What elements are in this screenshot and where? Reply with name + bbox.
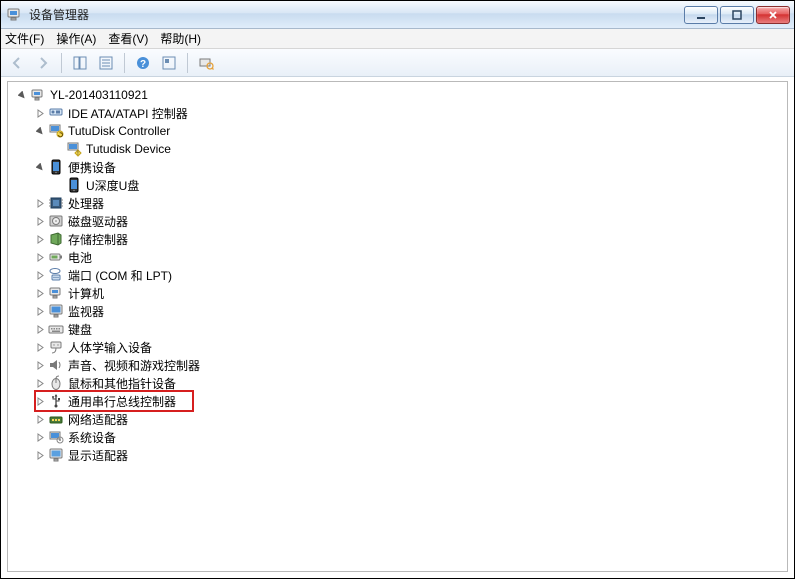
menu-bar: 文件(F) 操作(A) 查看(V) 帮助(H): [1, 29, 794, 49]
tree-item-label: YL-201403110921: [50, 88, 148, 102]
expand-icon[interactable]: [34, 377, 46, 389]
tree-item-label: 声音、视频和游戏控制器: [68, 357, 200, 374]
tree-item-label: 系统设备: [68, 429, 116, 446]
tree-item-disk[interactable]: 磁盘驱动器: [12, 212, 787, 230]
expand-icon[interactable]: [34, 233, 46, 245]
tree-panel[interactable]: YL-201403110921 IDE ATA/ATAPI 控制器 TutuDisk…: [7, 81, 788, 572]
help-button[interactable]: ?: [131, 52, 155, 74]
svg-text:?: ?: [140, 59, 146, 70]
tree-item-storage[interactable]: 存储控制器: [12, 230, 787, 248]
tree-item-usb[interactable]: 通用串行总线控制器: [12, 392, 787, 410]
tree-item-ide[interactable]: IDE ATA/ATAPI 控制器: [12, 104, 787, 122]
tree-item-label: 便携设备: [68, 159, 116, 176]
expand-icon[interactable]: [34, 413, 46, 425]
window-title: 设备管理器: [29, 6, 684, 23]
tree-item-display[interactable]: 显示适配器: [12, 446, 787, 464]
menu-action[interactable]: 操作(A): [56, 30, 96, 47]
expand-icon[interactable]: [34, 449, 46, 461]
tree-item-udisk[interactable]: U深度U盘: [12, 176, 787, 194]
back-button[interactable]: [5, 52, 29, 74]
tree-item-monitor[interactable]: 监视器: [12, 302, 787, 320]
tree-item-label: TutuDisk Controller: [68, 124, 170, 138]
expand-icon[interactable]: [34, 251, 46, 263]
expand-icon[interactable]: [34, 323, 46, 335]
expand-icon[interactable]: [34, 395, 46, 407]
tree-item-label: 鼠标和其他指针设备: [68, 375, 176, 392]
expand-icon[interactable]: [34, 287, 46, 299]
collapse-icon[interactable]: [34, 161, 46, 173]
expand-icon[interactable]: [34, 359, 46, 371]
expand-icon[interactable]: [34, 341, 46, 353]
scan-hardware-button[interactable]: [194, 52, 218, 74]
tree-item-label: Tutudisk Device: [86, 142, 171, 156]
tree-item-label: 监视器: [68, 303, 104, 320]
expand-icon[interactable]: [34, 215, 46, 227]
tree-item-battery[interactable]: 电池: [12, 248, 787, 266]
tree-item-label: 键盘: [68, 321, 92, 338]
close-button[interactable]: [756, 6, 790, 24]
maximize-button[interactable]: [720, 6, 754, 24]
menu-help[interactable]: 帮助(H): [160, 30, 201, 47]
tree-item-hid[interactable]: 人体学输入设备: [12, 338, 787, 356]
collapse-icon[interactable]: [34, 125, 46, 137]
tree-item-label: 磁盘驱动器: [68, 213, 128, 230]
tree-item-label: 计算机: [68, 285, 104, 302]
tree-item-sound[interactable]: 声音、视频和游戏控制器: [12, 356, 787, 374]
tree-item-processor[interactable]: 处理器: [12, 194, 787, 212]
expand-icon[interactable]: [34, 197, 46, 209]
tree-item-portable[interactable]: 便携设备: [12, 158, 787, 176]
tree-item-label: 人体学输入设备: [68, 339, 152, 356]
tree-item-keyboard[interactable]: 键盘: [12, 320, 787, 338]
tree-item-network[interactable]: 网络适配器: [12, 410, 787, 428]
tree-item-label: IDE ATA/ATAPI 控制器: [68, 105, 188, 122]
expand-icon[interactable]: [34, 431, 46, 443]
forward-button[interactable]: [31, 52, 55, 74]
tree-item-label: 端口 (COM 和 LPT): [68, 267, 172, 284]
properties-button[interactable]: [94, 52, 118, 74]
scan-button[interactable]: [157, 52, 181, 74]
toolbar: ?: [1, 49, 794, 77]
tree-item-label: 处理器: [68, 195, 104, 212]
tree-item-ports[interactable]: 端口 (COM 和 LPT): [12, 266, 787, 284]
minimize-button[interactable]: [684, 6, 718, 24]
expand-icon[interactable]: [34, 269, 46, 281]
titlebar: 设备管理器: [1, 1, 794, 29]
menu-file[interactable]: 文件(F): [5, 30, 44, 47]
device-manager-icon: [7, 7, 23, 23]
tree-item-tutudisk-controller[interactable]: TutuDisk Controller: [12, 122, 787, 140]
toolbar-separator: [61, 53, 62, 73]
tree-root[interactable]: YL-201403110921: [12, 86, 787, 104]
show-hide-tree-button[interactable]: [68, 52, 92, 74]
expand-icon[interactable]: [34, 107, 46, 119]
tree-item-tutudisk-device[interactable]: !Tutudisk Device: [12, 140, 787, 158]
menu-view[interactable]: 查看(V): [108, 30, 148, 47]
collapse-icon[interactable]: [16, 89, 28, 101]
expand-icon[interactable]: [34, 305, 46, 317]
tree-item-label: 网络适配器: [68, 411, 128, 428]
tree-item-label: 显示适配器: [68, 447, 128, 464]
tree-item-label: U深度U盘: [86, 177, 139, 194]
tree-item-computer[interactable]: 计算机: [12, 284, 787, 302]
tree-item-system[interactable]: 系统设备: [12, 428, 787, 446]
tree-item-label: 电池: [68, 249, 92, 266]
tree-item-label: 存储控制器: [68, 231, 128, 248]
toolbar-separator: [124, 53, 125, 73]
toolbar-separator: [187, 53, 188, 73]
tree-item-mouse[interactable]: 鼠标和其他指针设备: [12, 374, 787, 392]
tree-item-label: 通用串行总线控制器: [68, 393, 176, 410]
